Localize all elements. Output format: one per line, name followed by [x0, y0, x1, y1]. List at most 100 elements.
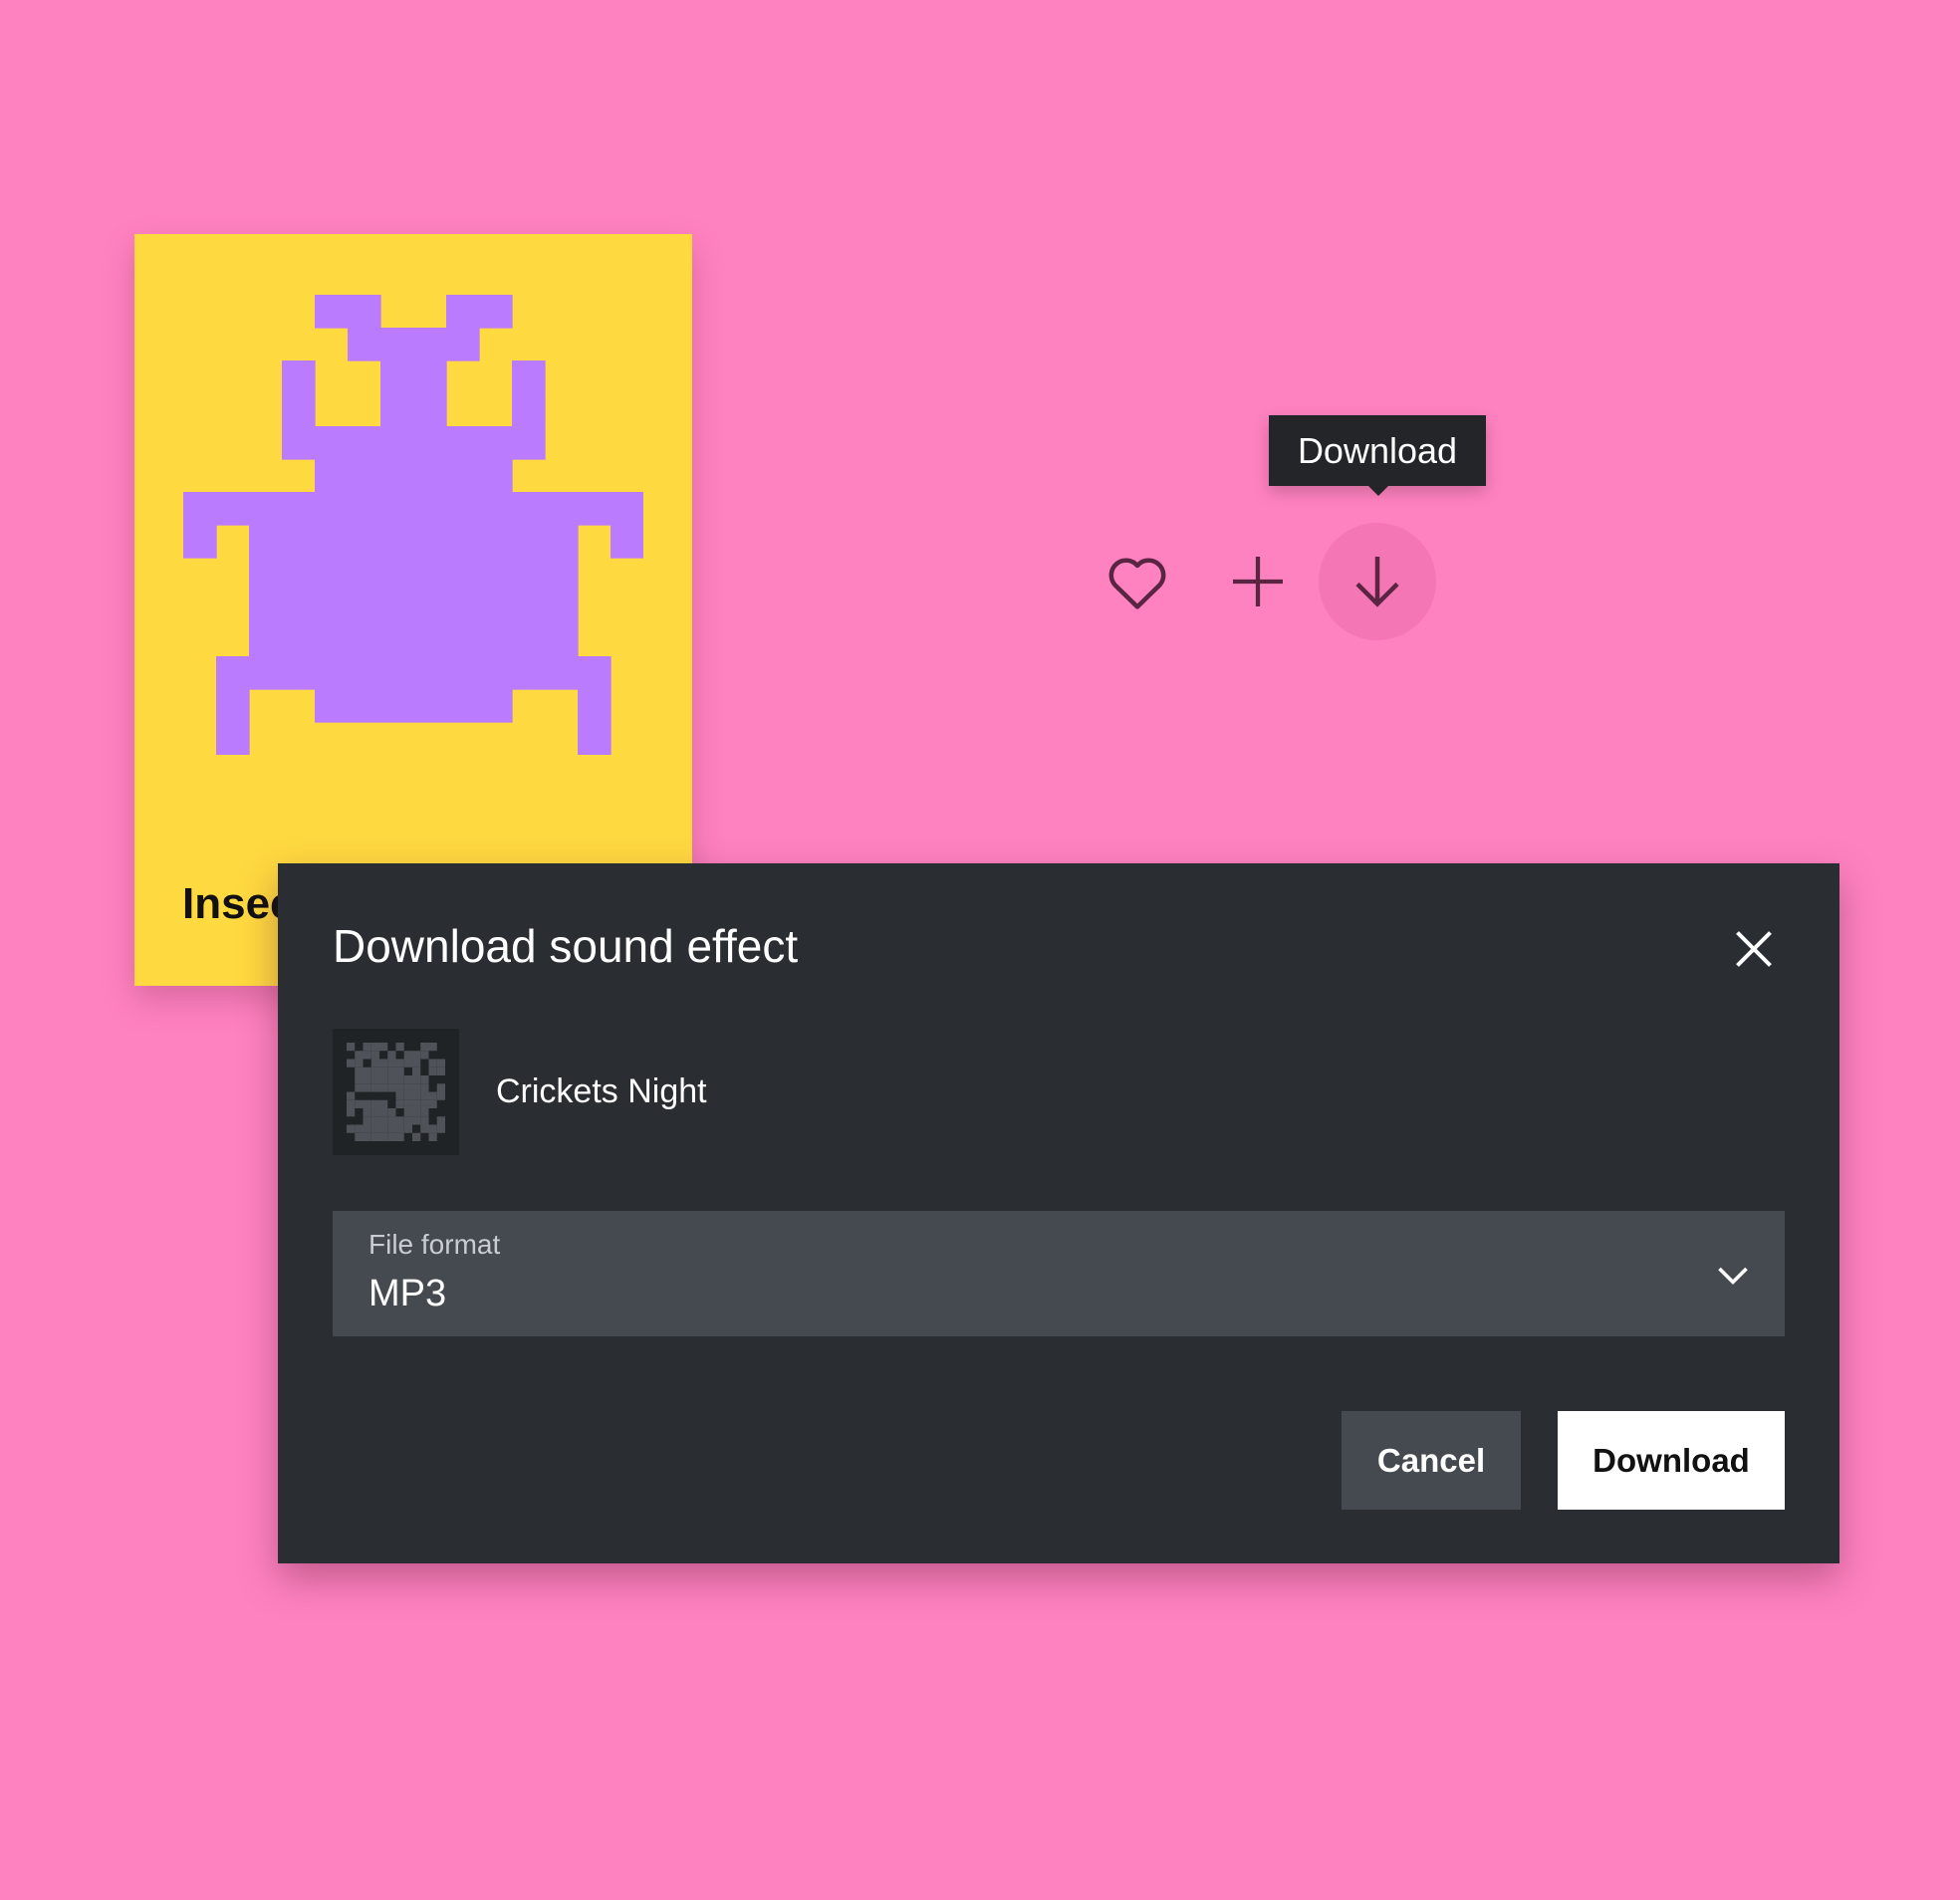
bug-pixel [512, 360, 546, 394]
thumb-pixel [387, 1083, 396, 1092]
thumb-pixel [363, 1051, 371, 1060]
bug-pixel [512, 393, 546, 427]
thumb-pixel [412, 1132, 421, 1141]
thumb-pixel [395, 1059, 404, 1068]
bug-pixel [249, 525, 579, 559]
thumb-pixel [347, 1124, 356, 1133]
download-button[interactable]: Download [1558, 1411, 1785, 1510]
thumb-pixel [412, 1083, 421, 1092]
bug-pixel [249, 591, 579, 624]
thumb-pixel [370, 1099, 379, 1108]
thumb-pixel [370, 1116, 379, 1125]
file-format-select[interactable]: File format MP3 [333, 1211, 1785, 1336]
bug-pixel [578, 689, 612, 723]
file-format-value: MP3 [368, 1273, 447, 1314]
thumb-pixel [403, 1051, 412, 1060]
thumb-pixel [395, 1083, 404, 1092]
thumb-pixel [428, 1091, 437, 1100]
download-tooltip: Download [1269, 415, 1486, 496]
thumb-pixel [347, 1091, 356, 1100]
thumb-pixel [379, 1116, 388, 1125]
thumb-pixel [363, 1108, 371, 1117]
thumb-pixel [412, 1099, 421, 1108]
thumb-pixel [436, 1059, 445, 1068]
thumb-pixel [379, 1083, 388, 1092]
thumb-pixel [363, 1099, 371, 1108]
thumb-pixel [436, 1067, 445, 1075]
thumb-pixel [420, 1099, 429, 1108]
thumb-pixel [436, 1124, 445, 1133]
thumb-pixel [379, 1067, 388, 1075]
bug-pixel [315, 295, 381, 329]
thumb-pixel [355, 1075, 364, 1084]
download-dialog: Download sound effect Crickets Night Fil… [278, 863, 1839, 1563]
bug-pixel [183, 492, 643, 526]
thumb-pixel [403, 1075, 412, 1084]
thumb-pixel [363, 1124, 371, 1133]
bug-pixel [380, 393, 447, 427]
thumb-pixel [370, 1108, 379, 1117]
thumb-pixel [387, 1059, 396, 1068]
thumb-pixel [412, 1067, 421, 1075]
dialog-title: Download sound effect [333, 920, 799, 972]
download-icon-button[interactable] [1319, 523, 1436, 640]
thumb-pixel [387, 1116, 396, 1125]
thumb-pixel [387, 1124, 396, 1133]
thumb-pixel [370, 1075, 379, 1084]
bug-pixel [578, 722, 612, 755]
thumb-pixel [403, 1099, 412, 1108]
thumb-pixel [436, 1083, 445, 1092]
heart-icon [1108, 558, 1166, 609]
favorite-button[interactable] [1079, 523, 1196, 640]
thumb-pixel [412, 1108, 421, 1117]
thumb-pixel [395, 1124, 404, 1133]
bug-pixel [282, 360, 316, 394]
thumb-pixel [387, 1075, 396, 1084]
bug-pixel [611, 525, 643, 559]
thumb-pixel [395, 1091, 404, 1100]
thumb-pixel [355, 1067, 364, 1075]
pixel-bug-icon [183, 295, 643, 755]
thumb-pixel [347, 1108, 356, 1117]
thumb-pixel [370, 1067, 379, 1075]
thumb-pixel [428, 1043, 437, 1052]
thumb-pixel [370, 1059, 379, 1068]
thumb-pixel [403, 1108, 412, 1117]
thumb-pixel [420, 1083, 429, 1092]
thumb-pixel [395, 1043, 404, 1052]
thumb-pixel [370, 1132, 379, 1141]
thumb-pixel [395, 1116, 404, 1125]
thumb-pixel [355, 1132, 364, 1141]
thumb-pixel [403, 1116, 412, 1125]
thumb-pixel [370, 1124, 379, 1133]
thumb-pixel [379, 1043, 388, 1052]
cancel-button[interactable]: Cancel [1342, 1411, 1521, 1510]
thumb-pixel [403, 1124, 412, 1133]
thumb-pixel [347, 1043, 356, 1052]
bug-pixel [216, 722, 250, 755]
thumb-pixel [428, 1059, 437, 1068]
thumb-pixel [395, 1075, 404, 1084]
thumb-pixel [420, 1075, 429, 1084]
add-button[interactable] [1199, 523, 1317, 640]
thumb-pixel [395, 1099, 404, 1108]
bug-pixel [216, 689, 250, 723]
thumb-pixel [412, 1116, 421, 1125]
thumb-pixel [355, 1051, 364, 1060]
bug-pixel [282, 426, 546, 460]
bug-pixel [315, 689, 513, 723]
thumb-pixel [379, 1099, 388, 1108]
close-icon[interactable] [1732, 927, 1776, 971]
thumb-pixel [428, 1099, 437, 1108]
thumb-pixel [428, 1132, 437, 1141]
thumb-pixel [387, 1108, 396, 1117]
bug-pixel [249, 558, 579, 592]
bug-pixel [348, 328, 480, 361]
thumb-pixel [420, 1116, 429, 1125]
thumb-pixel [347, 1099, 356, 1108]
bug-pixel [380, 360, 447, 394]
thumb-pixel [412, 1091, 421, 1100]
thumb-pixel [370, 1043, 379, 1052]
thumb-pixel [363, 1083, 371, 1092]
thumb-pixel [403, 1083, 412, 1092]
